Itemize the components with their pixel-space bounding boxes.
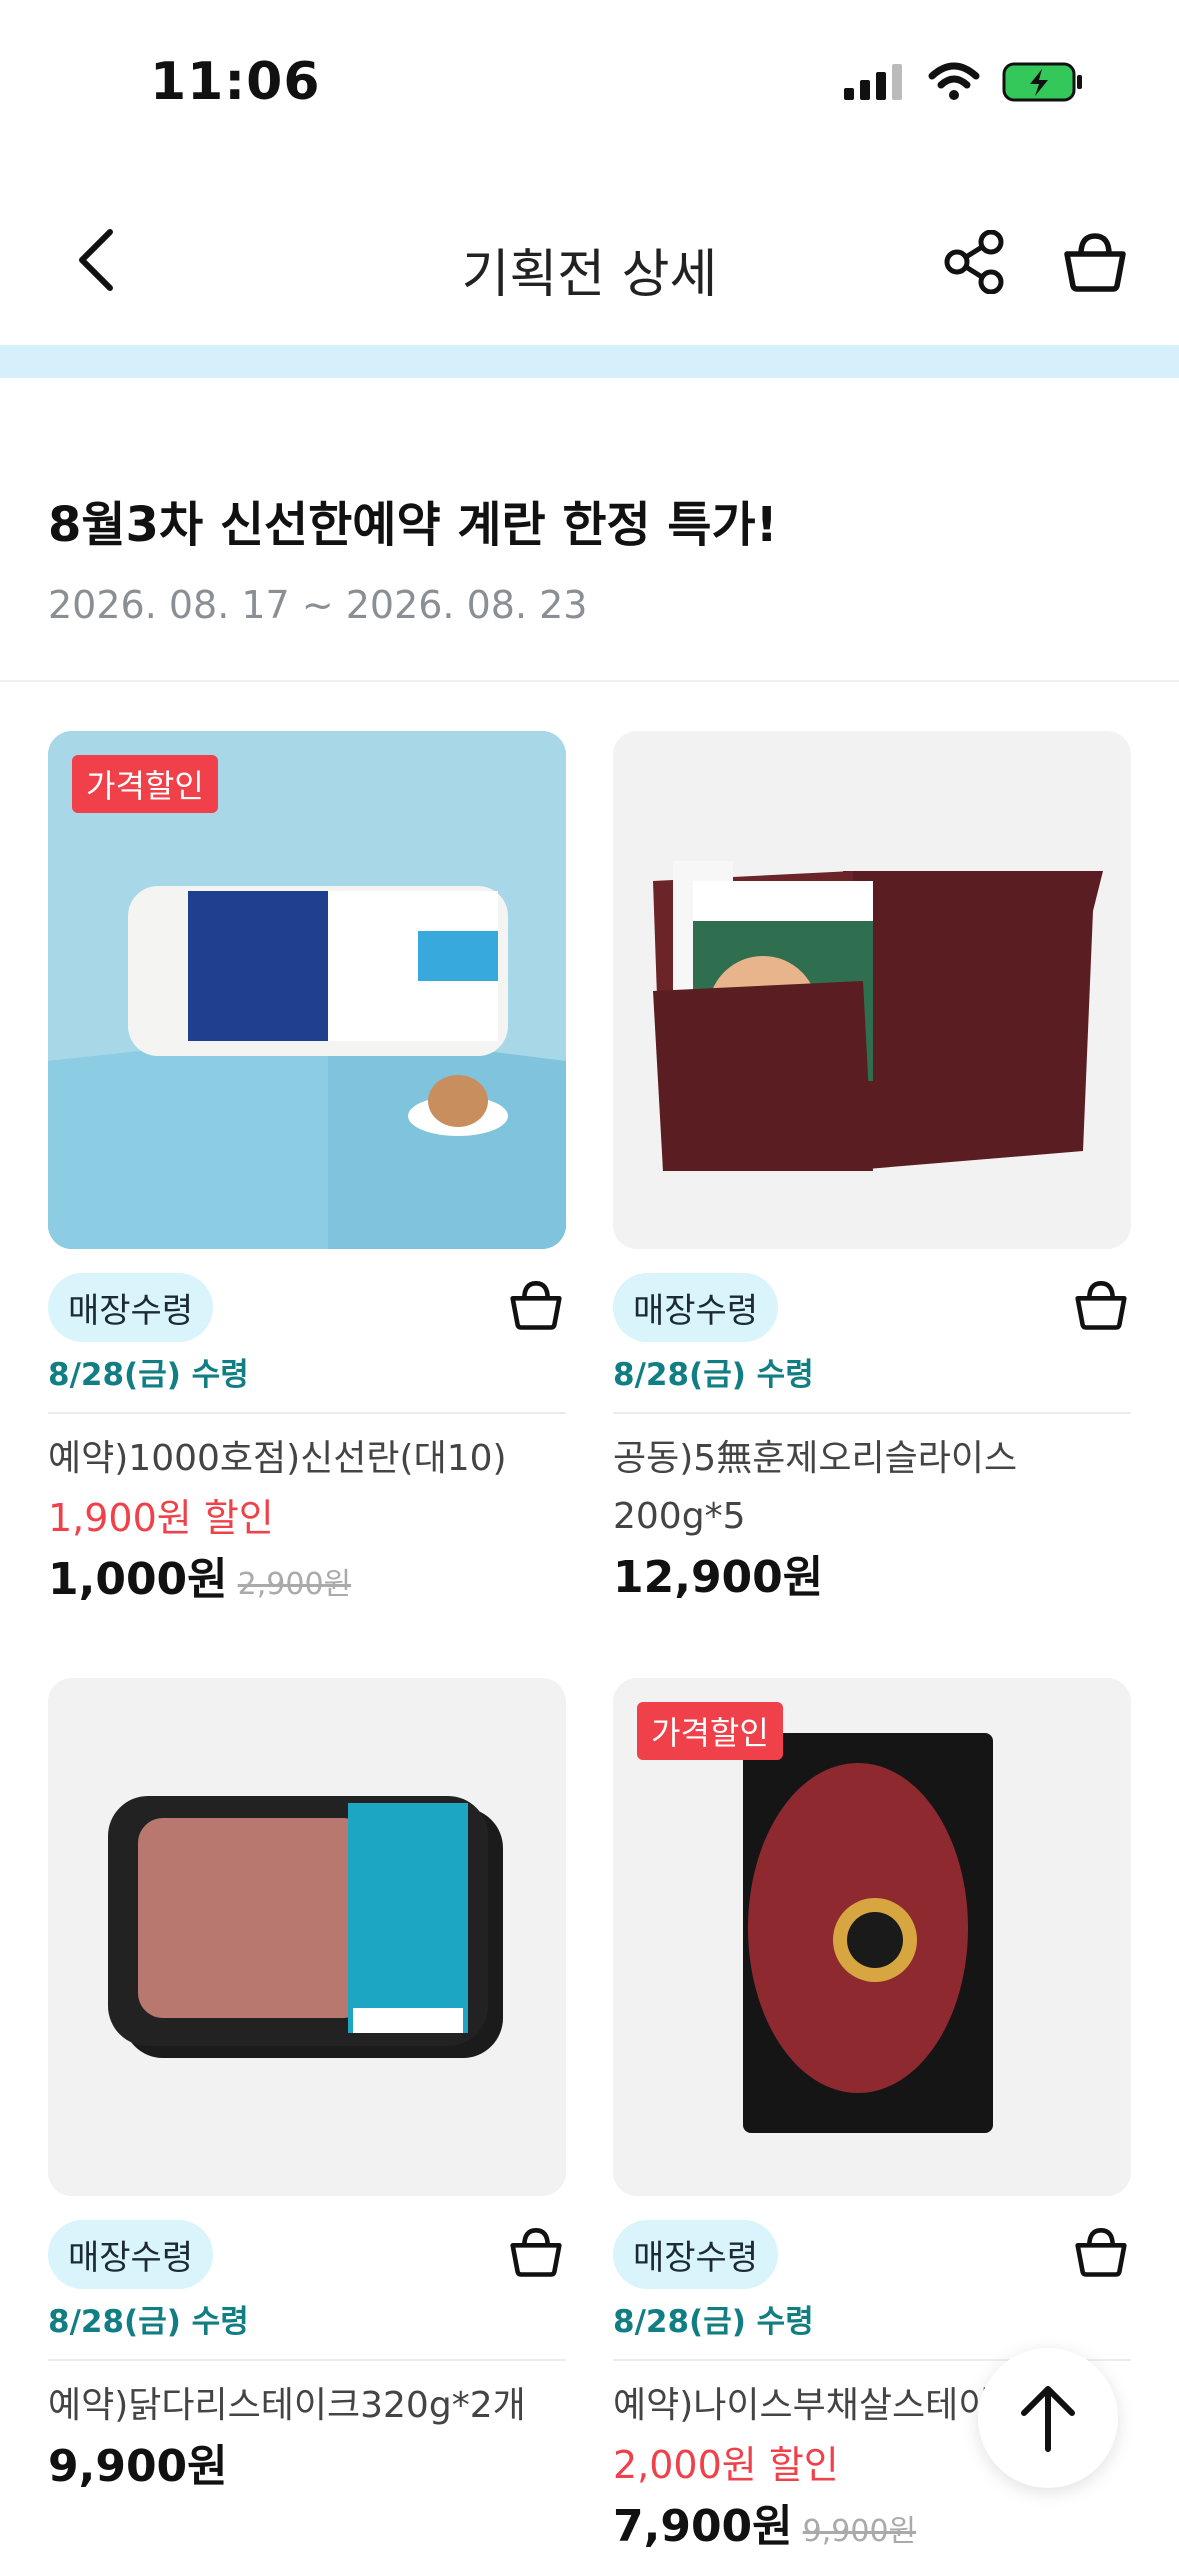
status-icons bbox=[844, 62, 1084, 102]
product-image[interactable]: 가격할인 bbox=[48, 731, 566, 1249]
share-icon bbox=[944, 230, 1004, 294]
product-image[interactable] bbox=[613, 731, 1131, 1249]
chicken-steak-pack-image bbox=[48, 1678, 566, 2196]
cart-button[interactable] bbox=[1055, 222, 1135, 302]
product-card[interactable]: 매장수령 8/28(금) 수령 공동)5無훈제오리슬라이스 200g*5 12,… bbox=[613, 731, 1131, 1610]
add-to-cart-button[interactable] bbox=[506, 1275, 566, 1335]
status-time: 11:06 bbox=[150, 52, 321, 112]
product-name[interactable]: 공동)5無훈제오리슬라이스 200g*5 bbox=[613, 1430, 1043, 1546]
status-bar: 11:06 bbox=[0, 0, 1179, 170]
price-row: 1,000원 2,900원 bbox=[48, 1548, 566, 1617]
product-name[interactable]: 예약)닭다리스테이크320g*2개 bbox=[48, 2377, 566, 2435]
arrow-up-icon bbox=[1021, 2386, 1075, 2452]
discount-amount: 1,900원 할인 bbox=[48, 1496, 274, 1540]
event-title: 8월3차 신선한예약 계란 한정 특가! bbox=[48, 497, 778, 553]
basket-icon bbox=[510, 1281, 562, 1330]
price: 1,000원 bbox=[48, 1554, 228, 1605]
product-card[interactable]: 가격할인 매장수령 8/28(금) 수령 예약)1000호점)신선란(대10) … bbox=[48, 731, 566, 1617]
basket-icon bbox=[510, 2228, 562, 2277]
pickup-date: 8/28(금) 수령 bbox=[48, 1349, 566, 1414]
price: 12,900원 bbox=[613, 1552, 824, 1603]
price-row: 12,900원 bbox=[613, 1546, 1131, 1610]
product-name[interactable]: 예약)1000호점)신선란(대10) bbox=[48, 1430, 566, 1488]
meta-row: 매장수령 bbox=[613, 2216, 1131, 2289]
meta-row: 매장수령 bbox=[48, 2216, 566, 2289]
nav-header: 기획전 상세 bbox=[0, 190, 1179, 330]
wifi-icon bbox=[928, 62, 980, 100]
basket-icon bbox=[1075, 1281, 1127, 1330]
pickup-badge: 매장수령 bbox=[613, 2220, 779, 2289]
share-button[interactable] bbox=[935, 222, 1015, 302]
pickup-date: 8/28(금) 수령 bbox=[48, 2296, 566, 2361]
price: 7,900원 bbox=[613, 2501, 793, 2552]
sale-tag: 가격할인 bbox=[72, 755, 218, 813]
battery-charging-icon bbox=[1002, 62, 1082, 102]
add-to-cart-button[interactable] bbox=[1071, 2222, 1131, 2282]
sale-tag: 가격할인 bbox=[637, 1702, 783, 1760]
product-image[interactable] bbox=[48, 1678, 566, 2196]
cellular-signal-icon bbox=[844, 64, 902, 100]
smoked-duck-box-image bbox=[613, 731, 1131, 1249]
price-row: 9,900원 bbox=[48, 2435, 566, 2499]
scroll-to-top-button[interactable] bbox=[978, 2348, 1118, 2488]
pickup-badge: 매장수령 bbox=[48, 2220, 214, 2289]
basket-icon bbox=[1075, 2228, 1127, 2277]
price: 9,900원 bbox=[48, 2441, 228, 2492]
meta-row: 매장수령 bbox=[613, 1269, 1131, 1342]
product-image[interactable]: 가격할인 bbox=[613, 1678, 1131, 2196]
event-period: 2026. 08. 17 ~ 2026. 08. 23 bbox=[48, 583, 588, 627]
original-price: 9,900원 bbox=[802, 2514, 917, 2549]
pickup-date: 8/28(금) 수령 bbox=[613, 1349, 1131, 1414]
price-row: 7,900원 9,900원 bbox=[613, 2495, 1131, 2556]
banner-strip bbox=[0, 345, 1179, 378]
original-price: 2,900원 bbox=[237, 1567, 352, 1602]
add-to-cart-button[interactable] bbox=[506, 2222, 566, 2282]
product-card[interactable]: 매장수령 8/28(금) 수령 예약)닭다리스테이크320g*2개 9,900원 bbox=[48, 1678, 566, 2499]
pickup-badge: 매장수령 bbox=[48, 1273, 214, 1342]
pickup-badge: 매장수령 bbox=[613, 1273, 779, 1342]
basket-icon bbox=[1064, 233, 1126, 292]
add-to-cart-button[interactable] bbox=[1071, 1275, 1131, 1335]
divider bbox=[0, 680, 1179, 682]
meta-row: 매장수령 bbox=[48, 1269, 566, 1342]
